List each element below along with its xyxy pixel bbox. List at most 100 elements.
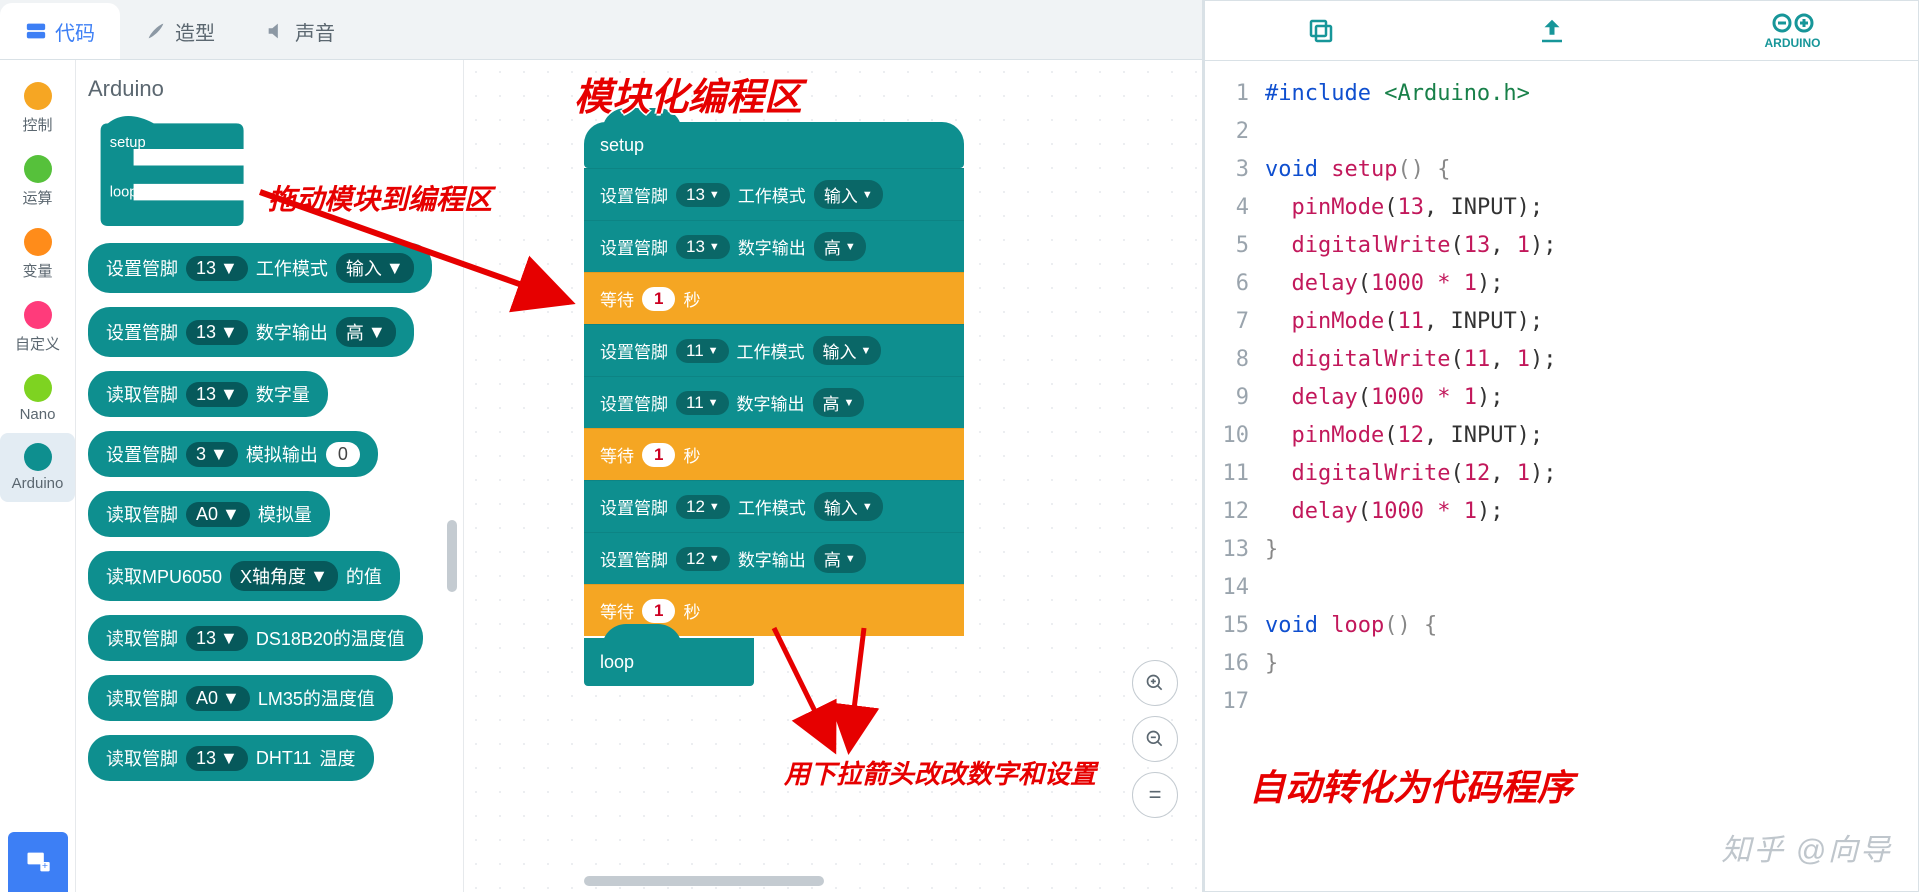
tab-costume-label: 造型 [175,17,215,46]
ws-loop-hat[interactable]: loop [584,638,754,686]
code-line: pinMode(13, INPUT); [1265,189,1918,227]
block-dropdown[interactable]: 高▼ [814,544,866,573]
palette-scrollbar[interactable] [447,520,457,592]
block-dropdown[interactable]: 高▼ [814,232,866,261]
palette-block[interactable]: 读取管脚13▼DHT11温度 [88,735,374,781]
zoom-in-button[interactable] [1132,660,1178,706]
ws-setup-hat[interactable]: setup [584,122,964,168]
category-自定义[interactable]: 自定义 [0,291,75,364]
code-line: digitalWrite(13, 1); [1265,227,1918,265]
workspace-block[interactable]: 等待1秒 [584,272,964,324]
category-运算[interactable]: 运算 [0,145,75,218]
workspace-block[interactable]: 设置管脚12▼工作模式输入▼ [584,480,964,532]
block-text: 工作模式 [256,255,328,281]
block-dropdown[interactable]: 11▼ [676,391,729,415]
block-dropdown[interactable]: A0▼ [186,502,250,527]
block-dropdown[interactable]: A0▼ [186,686,250,711]
palette-block[interactable]: 设置管脚13▼工作模式输入▼ [88,243,432,293]
block-text: 设置管脚 [600,494,668,519]
block-dropdown[interactable]: 输入▼ [814,180,883,209]
category-Arduino[interactable]: Arduino [0,433,75,502]
palette-block[interactable]: 读取管脚13▼DS18B20的温度值 [88,615,423,661]
workspace-block[interactable]: 设置管脚11▼工作模式输入▼ [584,324,964,376]
category-dot-icon [24,374,52,402]
tab-costume[interactable]: 造型 [120,3,240,59]
block-dropdown[interactable]: 高▼ [336,317,396,347]
palette-block[interactable]: 读取管脚A0▼模拟量 [88,491,330,537]
block-text: 设置管脚 [600,390,668,415]
palette-block[interactable]: 读取MPU6050X轴角度▼的值 [88,551,400,601]
block-number-input[interactable]: 1 [642,443,675,467]
code-line: void setup() { [1265,151,1918,189]
upload-button[interactable] [1534,13,1570,49]
block-text: 数字输出 [737,390,805,415]
block-dropdown[interactable]: 13▼ [676,183,730,207]
block-text: LM35的温度值 [258,685,375,711]
palette-hat-block[interactable]: setup loop [88,116,258,226]
block-dropdown[interactable]: 12▼ [676,495,730,519]
code-line: pinMode(11, INPUT); [1265,303,1918,341]
arduino-logo-text: ARDUINO [1765,36,1821,50]
code-toolbar: ARDUINO [1205,1,1918,61]
category-控制[interactable]: 控制 [0,72,75,145]
workspace-block[interactable]: 设置管脚12▼数字输出高▼ [584,532,964,584]
zoom-reset-button[interactable]: = [1132,772,1178,818]
block-dropdown[interactable]: 13▼ [186,626,248,651]
block-dropdown[interactable]: 输入▼ [336,253,414,283]
zoom-out-button[interactable] [1132,716,1178,762]
arduino-logo: ARDUINO [1765,12,1821,50]
category-label: Nano [20,406,56,423]
category-Nano[interactable]: Nano [0,364,75,433]
category-dot-icon [24,82,52,110]
palette-block[interactable]: 设置管脚3▼模拟输出0 [88,431,378,477]
workspace-block[interactable]: 设置管脚13▼数字输出高▼ [584,220,964,272]
block-text: 秒 [683,598,700,623]
category-dot-icon [24,443,52,471]
workspace-block[interactable]: 设置管脚 11▼ 数字输出高▼ [584,376,964,428]
block-dropdown[interactable]: 13▼ [186,382,248,407]
block-dropdown[interactable]: 3▼ [186,442,238,467]
workspace-stack[interactable]: setup 设置管脚13▼工作模式输入▼设置管脚13▼数字输出高▼等待1秒设置管… [584,122,964,686]
code-line [1265,113,1918,151]
brush-icon [145,20,167,42]
code-line: delay(1000 * 1); [1265,493,1918,531]
ws-setup-label: setup [600,135,644,156]
palette-block[interactable]: 读取管脚13▼数字量 [88,371,328,417]
tab-sound[interactable]: 声音 [240,3,360,59]
block-dropdown[interactable]: 12▼ [676,547,730,571]
block-text: 数字输出 [738,546,806,571]
block-text: 工作模式 [737,338,805,363]
category-dot-icon [24,228,52,256]
palette-block[interactable]: 设置管脚13▼数字输出高▼ [88,307,414,357]
block-text: 秒 [683,286,700,311]
block-number-input[interactable]: 1 [642,287,675,311]
block-dropdown[interactable]: 输入▼ [814,492,883,521]
hat-setup-label: setup [110,135,146,151]
block-dropdown[interactable]: 高▼ [813,388,865,417]
block-dropdown[interactable]: 输入▼ [813,336,882,365]
copy-button[interactable] [1303,13,1339,49]
workspace-scrollbar-h[interactable] [584,876,824,886]
block-text: 读取管脚 [106,745,178,771]
code-line: pinMode(12, INPUT); [1265,417,1918,455]
block-dropdown[interactable]: 13▼ [186,256,248,281]
workspace-block[interactable]: 等待1秒 [584,428,964,480]
workspace[interactable]: setup 设置管脚13▼工作模式输入▼设置管脚13▼数字输出高▼等待1秒设置管… [464,60,1202,892]
workspace-block[interactable]: 设置管脚13▼工作模式输入▼ [584,168,964,220]
block-dropdown[interactable]: X轴角度▼ [230,561,338,591]
tab-code[interactable]: 代码 [0,3,120,59]
block-dropdown[interactable]: 13▼ [186,746,248,771]
category-column: 控制运算变量自定义 Nano Arduino + [0,60,76,892]
category-变量[interactable]: 变量 [0,218,75,291]
block-dropdown[interactable]: 13▼ [676,235,730,259]
block-dropdown[interactable]: 11▼ [676,339,729,363]
category-label: 自定义 [15,333,60,354]
block-text: 温度 [320,745,356,771]
block-text: 数字量 [256,381,310,407]
palette-block[interactable]: 读取管脚A0▼LM35的温度值 [88,675,393,721]
block-number-input[interactable]: 1 [642,599,675,623]
block-number-input[interactable]: 0 [326,442,360,467]
add-extension-button[interactable]: + [8,832,68,892]
block-dropdown[interactable]: 13▼ [186,320,248,345]
code-panel: ARDUINO 1234567891011121314151617 #inclu… [1204,0,1919,892]
